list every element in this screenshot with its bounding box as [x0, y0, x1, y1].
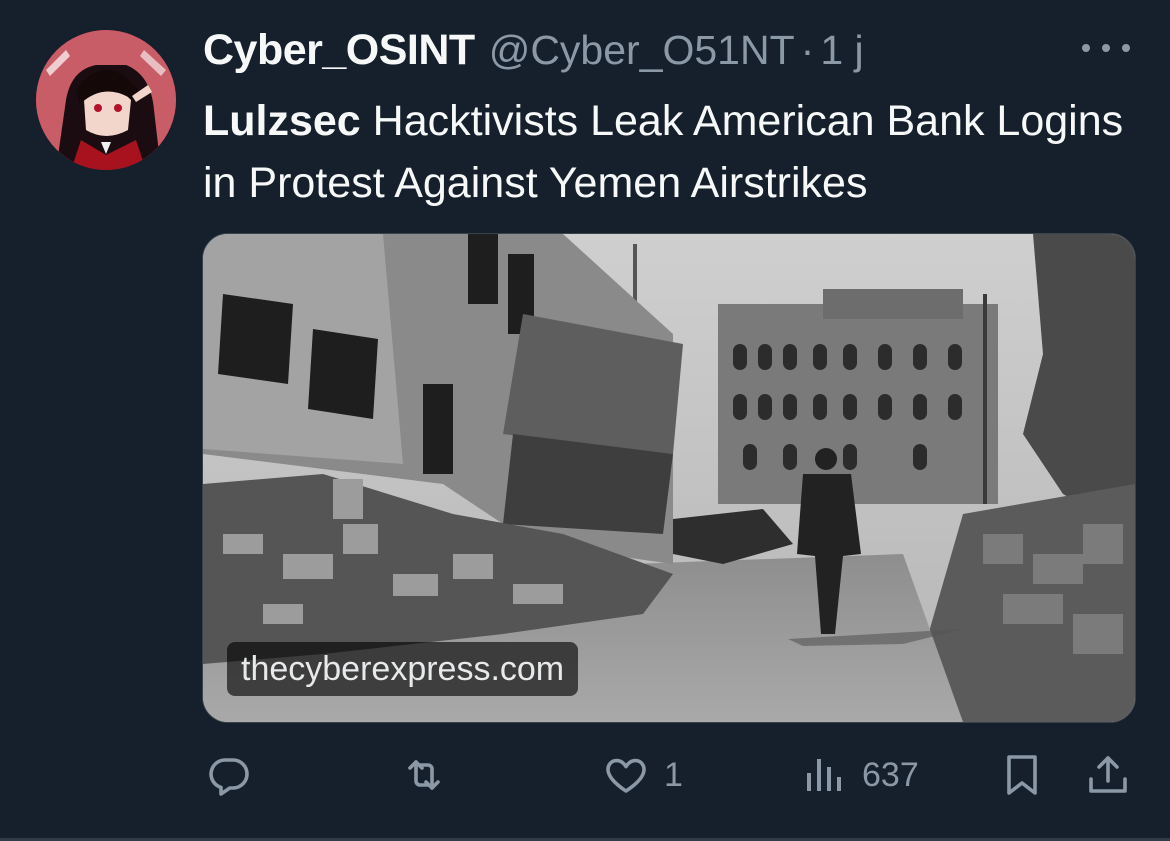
- more-dot: [1082, 44, 1090, 52]
- domain-badge[interactable]: thecyberexpress.com: [227, 642, 579, 696]
- more-icon[interactable]: [1082, 38, 1130, 58]
- bookmark-icon: [1007, 755, 1037, 795]
- views-icon: [807, 759, 841, 791]
- like-count: 1: [664, 755, 683, 794]
- more-dot: [1102, 44, 1110, 52]
- heart-icon: [606, 758, 646, 793]
- share-button[interactable]: [1084, 740, 1132, 810]
- avatar-image: [36, 30, 176, 170]
- avatar[interactable]: [36, 30, 176, 170]
- retweet-button[interactable]: [400, 740, 448, 810]
- display-name[interactable]: Cyber_OSINT: [203, 26, 475, 75]
- retweet-icon: [408, 760, 440, 790]
- views-button[interactable]: 637: [800, 740, 919, 810]
- user-handle[interactable]: @Cyber_O51NT: [489, 27, 795, 74]
- media-card[interactable]: thecyberexpress.com: [202, 233, 1136, 723]
- timestamp[interactable]: 1 j: [820, 27, 863, 74]
- action-bar: 1 637: [0, 740, 1170, 810]
- separator-dot: ·: [800, 27, 815, 73]
- like-button[interactable]: 1: [602, 740, 683, 810]
- tweet-header: Cyber_OSINT @Cyber_O51NT · 1 j: [203, 26, 864, 76]
- reply-icon: [209, 758, 249, 796]
- tweet-text-bold: Lulzsec: [203, 97, 361, 145]
- tweet-card[interactable]: Cyber_OSINT @Cyber_O51NT · 1 j Lulzsec H…: [0, 0, 1170, 841]
- share-icon: [1089, 756, 1127, 793]
- bookmark-button[interactable]: [998, 740, 1046, 810]
- reply-button[interactable]: [205, 740, 253, 810]
- views-count: 637: [862, 755, 919, 794]
- more-dot: [1122, 44, 1130, 52]
- tweet-text: Lulzsec Hacktivists Leak American Bank L…: [203, 90, 1143, 214]
